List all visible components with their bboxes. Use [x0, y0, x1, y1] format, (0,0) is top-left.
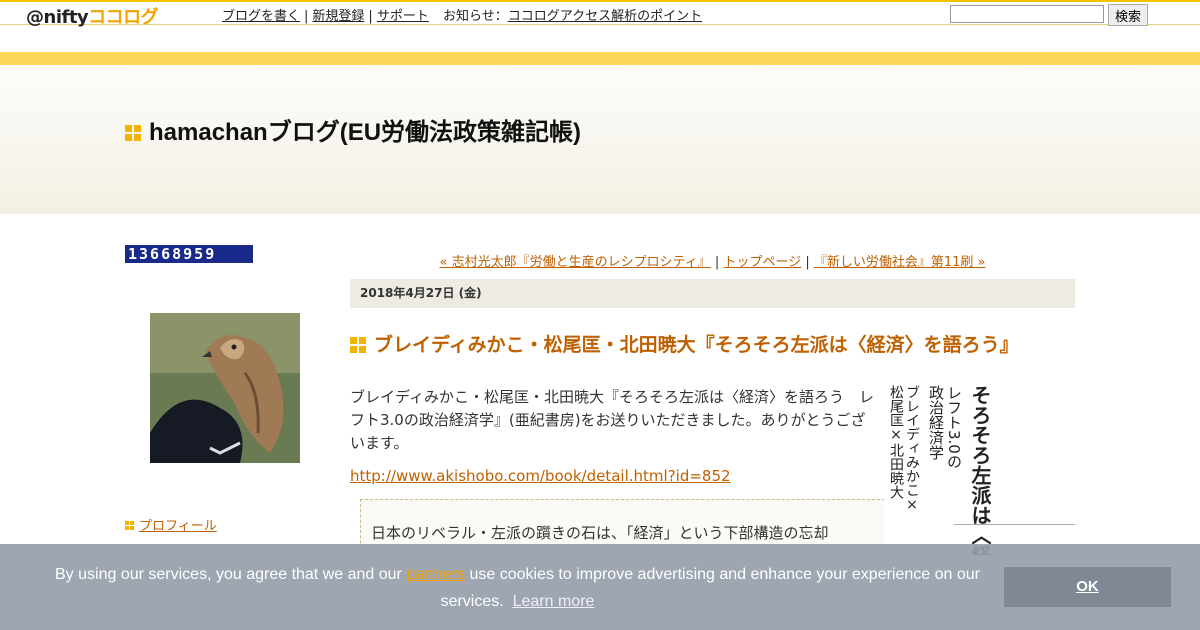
search-button[interactable]: 検索 [1108, 4, 1148, 26]
logo-nifty-text: @nifty [26, 7, 89, 28]
write-blog-link[interactable]: ブログを書く [222, 9, 300, 24]
entry-url-link-wrap: http://www.akishobo.com/book/detail.html… [350, 467, 731, 485]
search-form: 検索 [950, 4, 1148, 26]
top-page-link[interactable]: トップページ [723, 255, 801, 270]
sidebar-profile[interactable]: プロフィール [125, 515, 217, 534]
learn-more-link[interactable]: Learn more [513, 593, 595, 610]
next-entry-link[interactable]: 『新しい労働社会』第11刷 » [814, 255, 986, 270]
title-squares-icon [125, 125, 141, 141]
book-divider [954, 524, 1075, 525]
cookie-text-1: By using our services, you agree that we… [55, 566, 407, 583]
access-counter: 13668959 [125, 245, 253, 263]
entry-date: 2018年4月27日 (金) [350, 279, 1075, 308]
entry-title-text: ブレイディみかこ・松尾匡・北田暁大『そろそろ左派は〈経済〉を語ろう』 [374, 334, 1019, 356]
cookie-message: By using our services, you agree that we… [40, 561, 995, 615]
support-link[interactable]: サポート [377, 9, 429, 24]
publisher-link[interactable]: http://www.akishobo.com/book/detail.html… [350, 467, 731, 485]
header-stripe [0, 52, 1200, 65]
book-subtitle-2: 政治経済学 [927, 385, 945, 460]
blog-title-text: hamachanブログ(EU労働法政策雑記帳) [149, 119, 582, 146]
book-title-vertical: そろそろ左派は〈経 [968, 385, 992, 555]
entry-squares-icon [350, 337, 366, 353]
logo-kokolog-text: ココログ [88, 7, 159, 28]
search-input[interactable] [950, 5, 1104, 23]
blog-title[interactable]: hamachanブログ(EU労働法政策雑記帳) [125, 112, 581, 147]
book-authors-2: 松尾匡×北田暁大 [888, 385, 904, 499]
notice-label: お知らせ [442, 9, 495, 24]
entry-body: ブレイディみかこ・松尾匡・北田暁大『そろそろ左派は〈経済〉を語ろう レフト3.0… [350, 388, 874, 452]
cookie-consent-banner: By using our services, you agree that we… [0, 544, 1200, 630]
cocolog-logo[interactable]: @niftyココログ [26, 3, 159, 28]
profile-link[interactable]: プロフィール [139, 519, 217, 534]
cookie-ok-button[interactable]: OK [1004, 567, 1171, 607]
profile-photo [150, 313, 300, 463]
nifty-topbar: @niftyココログ ブログを書く | 新規登録 | サポート お知らせ：ココログアクセ… [0, 0, 1200, 28]
book-cover-image: そろそろ左派は〈経 レフト3.0の 政治経済学 ブレイディみかこ× 松尾匡×北田… [884, 385, 1075, 555]
book-subtitle-1: レフト3.0の [945, 385, 963, 469]
prev-entry-link[interactable]: « 志村光太郎『労働と生産のレシプロシティ』 [439, 255, 710, 270]
top-nav: ブログを書く | 新規登録 | サポート お知らせ：ココログアクセス解析のポイント [222, 9, 703, 24]
partners-link[interactable]: partners [406, 566, 465, 583]
bullet-squares-icon [125, 521, 134, 530]
register-link[interactable]: 新規登録 [312, 9, 364, 24]
notice-link[interactable]: ココログアクセス解析のポイント [508, 9, 702, 24]
entry-title[interactable]: ブレイディみかこ・松尾匡・北田暁大『そろそろ左派は〈経済〉を語ろう』 [350, 330, 1019, 357]
entry-pager: « 志村光太郎『労働と生産のレシプロシティ』 | トップページ | 『新しい労働… [439, 255, 986, 270]
